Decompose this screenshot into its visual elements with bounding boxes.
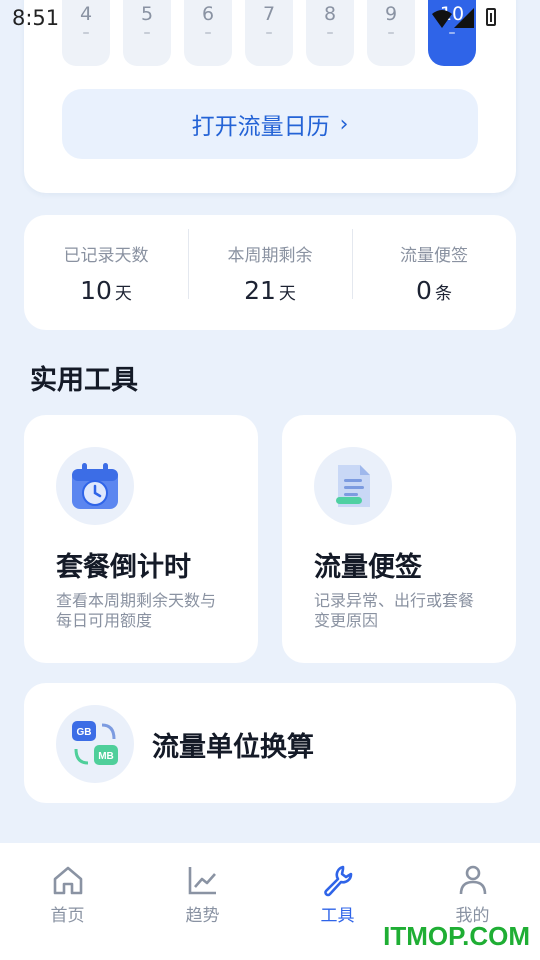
stat-label: 已记录天数: [63, 245, 149, 266]
mb-badge: MB: [98, 751, 114, 762]
open-traffic-calendar-button[interactable]: 打开流量日历 ›: [62, 89, 478, 159]
nav-label: 工具: [320, 906, 355, 926]
chevron-right-icon: ›: [339, 111, 349, 137]
status-bar: 8:51: [0, 0, 540, 40]
stat-value: 21: [244, 275, 276, 305]
battery-icon: [486, 8, 496, 26]
section-title: 实用工具: [30, 365, 138, 396]
calendar-clock-icon: [56, 447, 134, 525]
stat-value: 10: [80, 275, 112, 305]
status-time: 8:51: [12, 6, 60, 30]
open-calendar-label: 打开流量日历: [191, 114, 330, 140]
tool-title: 套餐倒计时: [56, 552, 191, 583]
stat-value: 0: [416, 275, 432, 305]
tool-title: 流量便签: [314, 552, 422, 583]
stat-unit: 条: [434, 283, 452, 304]
nav-label: 首页: [50, 906, 85, 926]
nav-item-trend[interactable]: 趋势: [135, 843, 270, 960]
gb-mb-convert-icon: GB MB: [56, 705, 134, 783]
stat-notes: 流量便签 0条: [352, 228, 516, 305]
trend-icon: [188, 867, 216, 895]
stat-label: 流量便签: [400, 245, 468, 266]
stat-unit: 天: [278, 283, 296, 304]
tool-title: 流量单位换算: [152, 732, 314, 763]
stat-cycle-remaining: 本周期剩余 21 天: [188, 228, 352, 305]
nav-item-home[interactable]: 首页: [0, 843, 135, 960]
gb-badge: GB: [77, 727, 92, 738]
traffic-notes-card[interactable]: 流量便签 记录异常、出行或套餐变更原因: [282, 415, 516, 663]
package-countdown-card[interactable]: 套餐倒计时 查看本周期剩余天数与每日可用额度: [24, 415, 258, 663]
watermark: ITMOP.COM: [383, 921, 530, 951]
home-icon: [53, 866, 82, 895]
stats-card: 已记录天数 10 天 本周期剩余 21 天 流量便签 0条: [24, 215, 516, 330]
wifi-icon: [432, 8, 474, 28]
tool-description: 记录异常、出行或套餐变更原因: [314, 591, 475, 630]
wrench-icon: [323, 865, 352, 897]
stat-unit: 天: [114, 283, 132, 304]
stat-label: 本周期剩余: [227, 245, 313, 266]
tool-description: 查看本周期剩余天数与每日可用额度: [56, 591, 217, 630]
note-icon: [314, 447, 392, 525]
nav-label: 趋势: [185, 906, 220, 926]
person-icon: [459, 865, 486, 895]
stat-recorded-days: 已记录天数 10 天: [24, 241, 188, 305]
unit-converter-card[interactable]: GB MB 流量单位换算: [24, 683, 516, 803]
